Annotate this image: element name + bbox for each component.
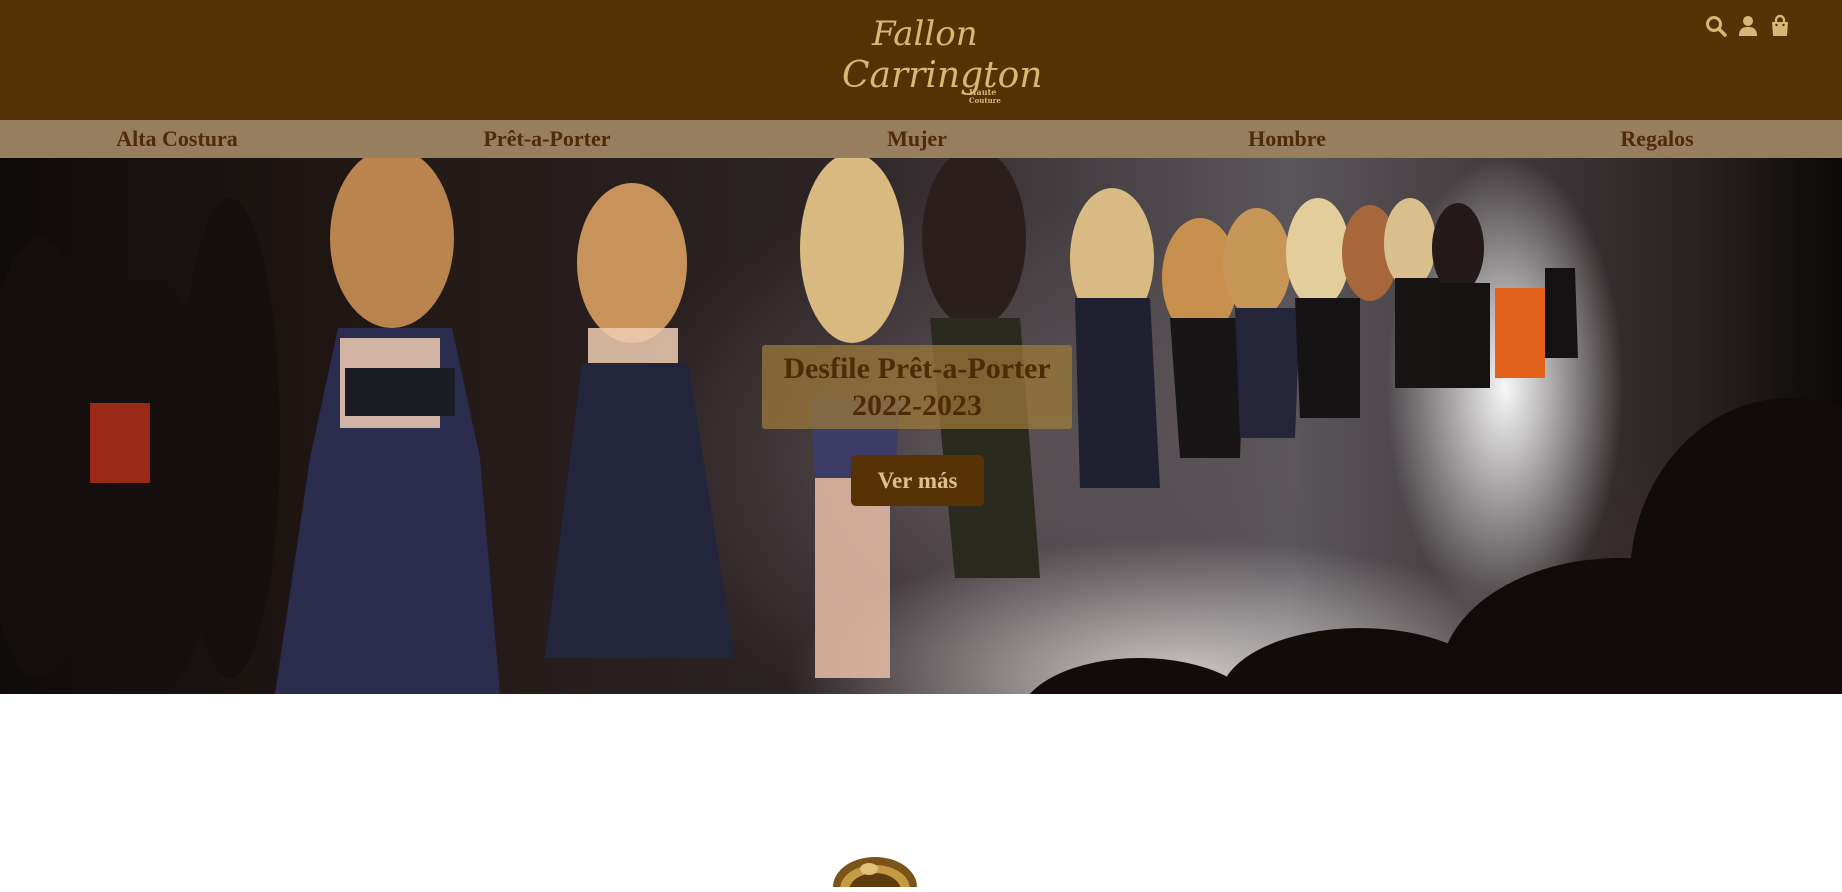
nav-item-hombre[interactable]: Hombre bbox=[1248, 120, 1326, 158]
nav-item-regalos[interactable]: Regalos bbox=[1620, 120, 1693, 158]
hero-title: Desfile Prêt-a-Porter 2022-2023 bbox=[783, 352, 1051, 422]
main-nav: Alta Costura Prêt-a-Porter Mujer Hombre … bbox=[0, 120, 1842, 158]
user-icon[interactable] bbox=[1736, 14, 1760, 38]
shopping-bag-icon[interactable] bbox=[1768, 14, 1792, 38]
hero-banner: Desfile Prêt-a-Porter 2022-2023 Ver más bbox=[0, 158, 1842, 694]
header-actions bbox=[1704, 14, 1792, 38]
gold-emblem-image bbox=[825, 847, 935, 892]
site-header: Fallon Carrington Haute Couture bbox=[0, 0, 1842, 120]
brand-logo-tagline-bottom: Couture bbox=[969, 96, 1001, 105]
brand-logo[interactable]: Fallon Carrington Haute Couture bbox=[838, 10, 1043, 110]
search-icon[interactable] bbox=[1704, 14, 1728, 38]
brand-logo-line2: Carrington bbox=[842, 55, 1043, 96]
nav-item-pret-a-porter[interactable]: Prêt-a-Porter bbox=[483, 120, 610, 158]
nav-item-mujer[interactable]: Mujer bbox=[887, 120, 947, 158]
nav-item-alta-costura[interactable]: Alta Costura bbox=[116, 120, 238, 158]
brand-logo-line1: Fallon bbox=[872, 14, 978, 54]
hero-caption: Desfile Prêt-a-Porter 2022-2023 bbox=[762, 345, 1072, 429]
hero-cta-button[interactable]: Ver más bbox=[851, 455, 984, 506]
